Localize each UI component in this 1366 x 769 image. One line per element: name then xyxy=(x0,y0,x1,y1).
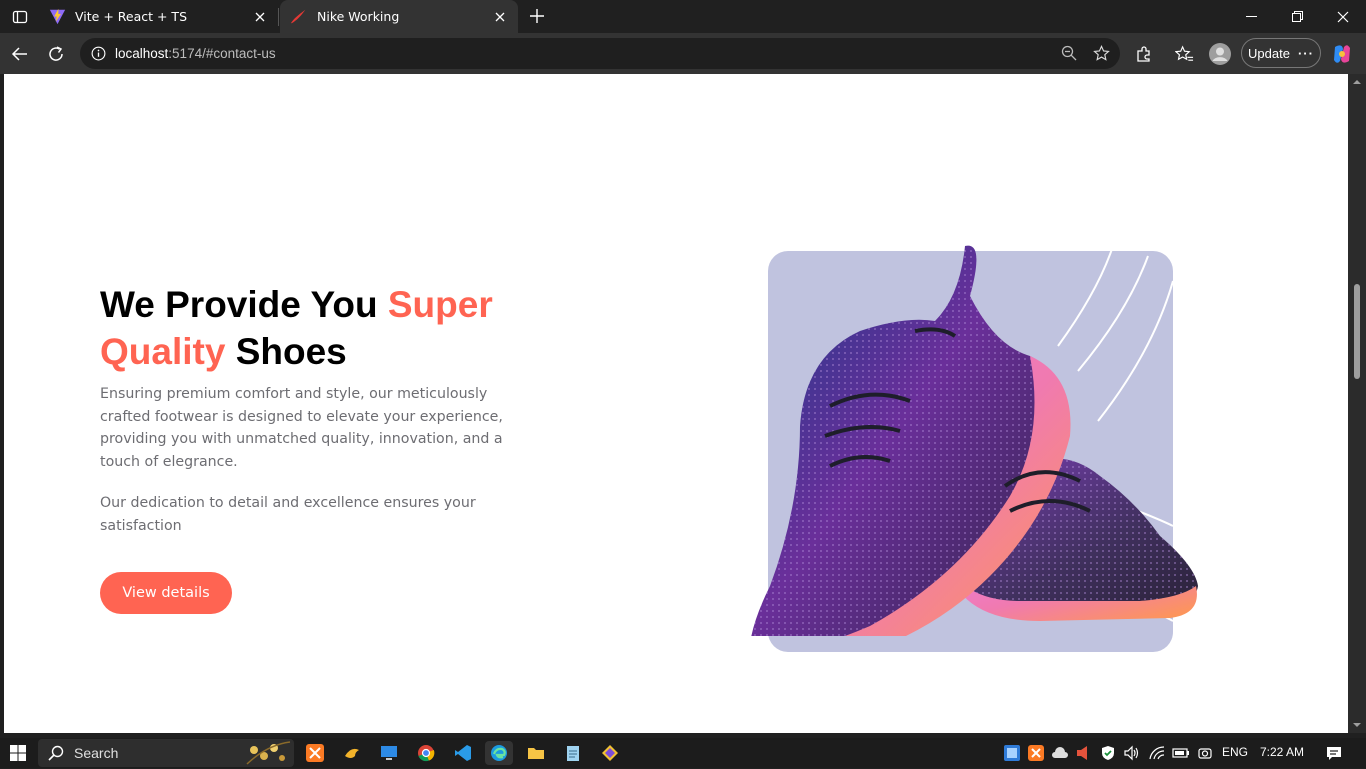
description-paragraph: Ensuring premium comfort and style, our … xyxy=(100,386,503,470)
volume-icon[interactable] xyxy=(1118,741,1146,765)
search-label: Search xyxy=(74,745,119,761)
chrome-icon[interactable] xyxy=(412,741,440,765)
price-partial xyxy=(100,74,176,85)
edge-icon[interactable] xyxy=(485,741,513,765)
camera-icon[interactable] xyxy=(1191,741,1219,765)
copilot-icon[interactable] xyxy=(1330,42,1354,66)
price-partial xyxy=(683,74,757,85)
tab-nike[interactable]: Nike Working xyxy=(280,0,518,33)
page-title: We Provide You Super Quality Shoes xyxy=(100,281,580,375)
tab-actions-icon[interactable] xyxy=(8,6,32,28)
windows-taskbar: Search ENG 7:22 AM xyxy=(0,738,1366,768)
audio-app-icon[interactable] xyxy=(1068,741,1096,765)
url-text: localhost:5174/#contact-us xyxy=(115,46,276,61)
remote-desktop-icon[interactable] xyxy=(375,741,403,765)
tab-divider xyxy=(278,8,279,26)
scroll-thumb[interactable] xyxy=(1354,284,1360,379)
tab-title: Vite + React + TS xyxy=(75,9,187,24)
address-bar[interactable]: localhost:5174/#contact-us xyxy=(80,38,1120,69)
description-paragraph: Our dedication to detail and excellence … xyxy=(100,495,476,534)
windows-start-icon[interactable] xyxy=(4,741,32,765)
git-app-icon[interactable] xyxy=(596,741,624,765)
restore-icon[interactable] xyxy=(1274,0,1320,33)
heading-accent: Quality xyxy=(100,331,226,372)
tab-title: Nike Working xyxy=(317,9,400,24)
notepad-icon[interactable] xyxy=(559,741,587,765)
zoom-icon[interactable] xyxy=(1058,42,1080,64)
minimize-icon[interactable] xyxy=(1228,0,1274,33)
profile-avatar-icon[interactable] xyxy=(1208,42,1232,66)
favorites-icon[interactable] xyxy=(1172,42,1196,66)
heading-text: Shoes xyxy=(225,331,347,372)
url-path: :5174/#contact-us xyxy=(168,46,276,61)
vscode-icon[interactable] xyxy=(449,741,477,765)
extensions-icon[interactable] xyxy=(1132,42,1156,66)
close-window-icon[interactable] xyxy=(1320,0,1366,33)
xampp-icon[interactable] xyxy=(301,741,329,765)
tab-vite[interactable]: Vite + React + TS xyxy=(38,0,278,33)
update-button[interactable]: Update ··· xyxy=(1241,38,1321,68)
page-viewport: We Provide You Super Quality Shoes Ensur… xyxy=(4,74,1348,733)
notifications-icon[interactable] xyxy=(1320,741,1348,765)
page-scrollbar[interactable] xyxy=(1348,74,1366,733)
language-indicator[interactable]: ENG xyxy=(1222,745,1248,759)
price-partial xyxy=(974,74,1048,85)
site-info-icon[interactable] xyxy=(89,45,107,63)
vite-logo-icon xyxy=(48,8,66,26)
tab-bar: Vite + React + TS Nike Working xyxy=(0,0,1366,33)
clock-time[interactable]: 7:22 AM xyxy=(1260,745,1304,759)
search-highlight-icon xyxy=(242,740,292,769)
refresh-icon[interactable] xyxy=(44,42,68,66)
close-tab-icon[interactable] xyxy=(490,7,510,27)
back-icon[interactable] xyxy=(8,42,32,66)
update-label: Update xyxy=(1248,45,1290,61)
close-tab-icon[interactable] xyxy=(250,7,270,27)
nike-swoosh-icon xyxy=(290,8,308,26)
app-bird-icon[interactable] xyxy=(338,741,366,765)
url-host: localhost xyxy=(115,46,169,61)
shoe-image xyxy=(751,245,1198,636)
browser-toolbar: localhost:5174/#contact-us Update ··· xyxy=(0,33,1366,74)
heading-text: We Provide You xyxy=(100,284,388,325)
favorite-star-icon[interactable] xyxy=(1090,42,1112,64)
new-tab-icon[interactable] xyxy=(526,5,548,27)
price-partial xyxy=(392,74,462,85)
more-icon: ··· xyxy=(1297,45,1314,61)
taskbar-search[interactable]: Search xyxy=(38,739,294,767)
view-details-button[interactable]: View details xyxy=(100,572,232,614)
heading-accent: Super xyxy=(387,284,493,325)
search-icon xyxy=(48,745,64,761)
file-explorer-icon[interactable] xyxy=(522,741,550,765)
